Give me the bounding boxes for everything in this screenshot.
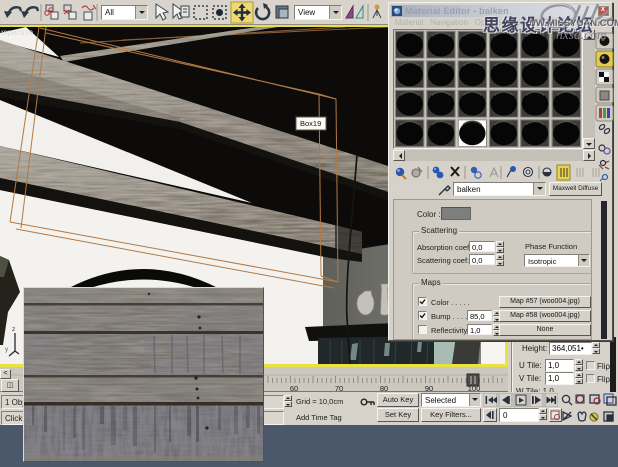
svg-text:nxsd.com: nxsd.com <box>556 27 607 42</box>
svg-text:rspective: rspective <box>1 28 34 37</box>
svg-text:Box19: Box19 <box>300 119 321 128</box>
svg-text:90: 90 <box>425 384 433 392</box>
svg-text:70: 70 <box>335 384 343 392</box>
svg-text:z: z <box>12 326 15 333</box>
svg-text:60: 60 <box>290 384 298 392</box>
svg-text:80: 80 <box>380 384 388 392</box>
